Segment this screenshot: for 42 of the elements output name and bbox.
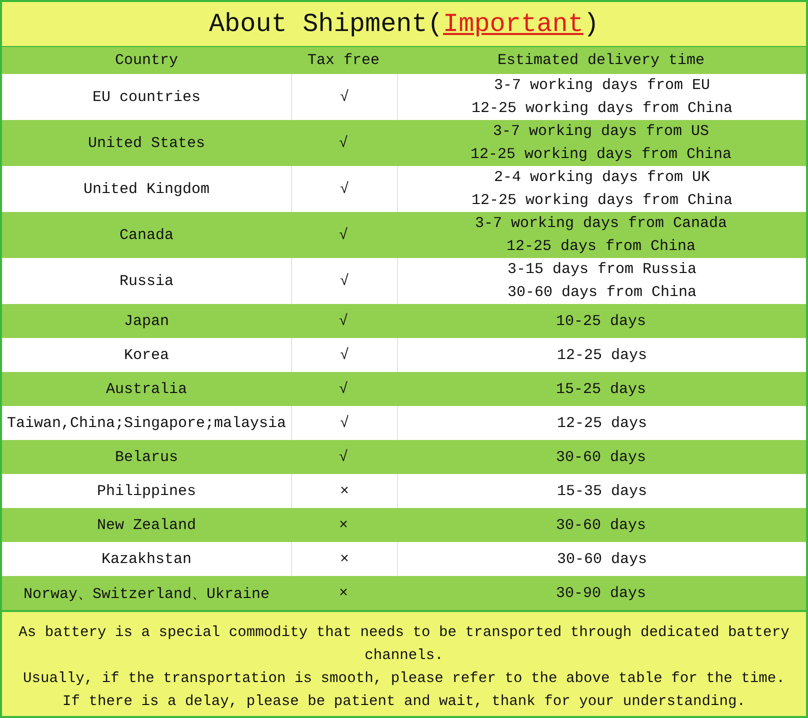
table-cell-text: 12-25 days [556, 346, 647, 366]
table-cell-text: Australia [104, 380, 188, 400]
table-cell-text: 3-7 working days from EU [494, 76, 710, 96]
column-header: Country [114, 51, 179, 71]
highlighted-title-text: Important [443, 9, 584, 39]
table-cell-text: 12-25 working days from China [470, 145, 732, 165]
table-cell-text: 12-25 days from China [506, 237, 696, 257]
table-cell-text: 30-60 days [556, 550, 647, 570]
column-header: Estimated delivery time [496, 51, 706, 71]
table-cell-text: √ [338, 134, 349, 154]
table-cell-text: 30-90 days [556, 584, 646, 604]
title-text: About Shipment( [208, 9, 443, 39]
table-cell-text: Belarus [114, 448, 179, 468]
table-cell-text: 10-25 days [556, 312, 646, 332]
table-cell-text: New Zealand [96, 516, 198, 536]
column-header: Tax free [306, 51, 380, 71]
table-cell-text: 12-25 working days from China [471, 191, 733, 211]
table-cell-text: √ [338, 312, 349, 332]
table-cell-text: 2-4 working days from UK [494, 168, 710, 188]
note-text: Usually, if the transportation is smooth, please refer to the above table for the time. [22, 670, 786, 689]
note-text: If there is a delay, please be patient and wait, thank for your understanding. [61, 693, 747, 712]
table-cell-text: √ [338, 380, 349, 400]
title-text: ) [583, 9, 600, 39]
table-cell-text: 12-25 working days from China [471, 99, 733, 119]
table-cell-text: 30-60 days [556, 516, 646, 536]
table-cell-text: 3-15 days from Russia [507, 260, 697, 280]
note-text: As battery is a special commodity that needs to be transported through dedicated battery channels. [18, 624, 790, 666]
table-cell-text: √ [338, 448, 349, 468]
table-cell-text: × [338, 584, 349, 604]
table-cell-text: Japan [122, 312, 170, 332]
table-cell-text: Norway、Switzerland、Ukraine [22, 584, 271, 604]
table-cell-text: 3-7 working days from US [492, 122, 710, 142]
table-cell-text: United States [86, 134, 206, 154]
table-cell-text: 12-25 days [556, 414, 647, 434]
table-cell-text: × [338, 516, 349, 536]
table-cell-text: 3-7 working days from Canada [474, 214, 728, 234]
table-cell-text: 15-25 days [556, 380, 646, 400]
table-cell-text: √ [338, 226, 349, 246]
table-cell-text: 30-60 days [556, 448, 646, 468]
table-cell-text: Canada [118, 226, 174, 246]
table-cell-text: 15-35 days [556, 482, 647, 502]
table-cell-text: 30-60 days from China [507, 283, 697, 303]
